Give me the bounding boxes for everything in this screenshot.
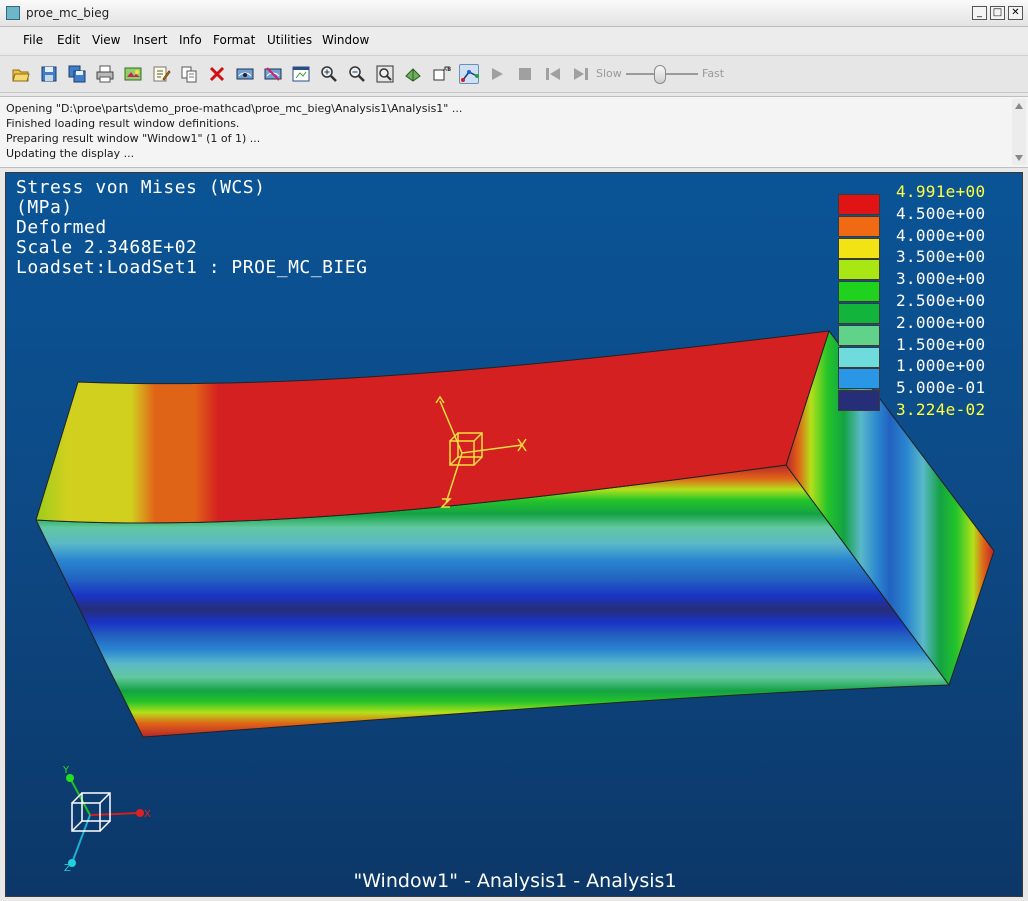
legend-color-swatch	[838, 215, 880, 237]
menu-edit[interactable]: Edit	[57, 33, 80, 47]
menu-insert[interactable]: Insert	[133, 33, 167, 47]
orient-icon[interactable]	[403, 64, 423, 84]
speed-slider-thumb[interactable]	[654, 65, 666, 84]
svg-text:AB: AB	[443, 66, 451, 73]
app-icon	[6, 6, 20, 20]
window-title: proe_mc_bieg	[26, 6, 110, 20]
legend-color-swatch	[838, 346, 880, 368]
result-viewport[interactable]: Y X Z Stress von Mises (WCS) (MPa) Defor…	[5, 172, 1023, 897]
scroll-down-icon[interactable]	[1015, 155, 1023, 161]
toolbar: AB Slow Fast	[0, 55, 1028, 93]
menu-window[interactable]: Window	[322, 33, 369, 47]
delete-icon[interactable]	[207, 64, 227, 84]
result-loadset: Loadset:LoadSet1 : PROE_MC_BIEG	[16, 257, 368, 278]
axis-x-label: X	[144, 809, 151, 820]
slider-slow-label: Slow	[596, 67, 622, 80]
legend-label: 2.000e+00	[896, 312, 986, 332]
result-quantity-label: Stress von Mises (WCS)	[16, 177, 266, 198]
maximize-button[interactable]: □	[990, 6, 1005, 20]
stop-icon[interactable]	[515, 64, 535, 84]
message-scrollbar[interactable]	[1012, 99, 1026, 165]
title-bar: proe_mc_bieg _ □ ✕	[0, 0, 1028, 27]
save-all-icon[interactable]	[67, 64, 87, 84]
message-line: Updating the display ...	[6, 147, 135, 160]
open-icon[interactable]	[11, 64, 31, 84]
result-scale: Scale 2.3468E+02	[16, 237, 198, 258]
result-display-mode: Deformed	[16, 217, 107, 238]
zoom-in-icon[interactable]	[319, 64, 339, 84]
legend-label: 4.500e+00	[896, 203, 986, 223]
legend-color-swatch	[838, 259, 880, 281]
axis-y-label: Y	[62, 765, 70, 776]
step-forward-icon[interactable]	[571, 64, 591, 84]
window-caption: "Window1" - Analysis1 - Analysis1	[353, 870, 677, 892]
step-back-icon[interactable]	[543, 64, 563, 84]
result-units-label: (MPa)	[16, 197, 73, 218]
message-line: Preparing result window "Window1" (1 of …	[6, 132, 261, 145]
legend-color-swatch	[838, 368, 880, 390]
close-button[interactable]: ✕	[1008, 6, 1023, 20]
menu-format[interactable]: Format	[213, 33, 255, 47]
message-area: Opening "D:\proe\parts\demo_proe-mathcad…	[0, 96, 1028, 168]
hide-icon[interactable]	[263, 64, 283, 84]
legend-color-swatch	[838, 281, 880, 303]
legend-label: 1.500e+00	[896, 334, 986, 354]
legend-label: 3.500e+00	[896, 247, 986, 267]
show-icon[interactable]	[235, 64, 255, 84]
legend-label: 4.000e+00	[896, 225, 986, 245]
legend-color-swatch	[838, 194, 880, 215]
menu-bar: File Edit View Insert Info Format Utilit…	[0, 27, 1028, 53]
scroll-up-icon[interactable]	[1015, 103, 1023, 109]
play-icon[interactable]	[487, 64, 507, 84]
menu-file[interactable]: File	[23, 33, 43, 47]
copy-icon[interactable]	[179, 64, 199, 84]
message-line: Finished loading result window definitio…	[6, 117, 240, 130]
menu-info[interactable]: Info	[179, 33, 202, 47]
new-window-icon[interactable]	[291, 64, 311, 84]
edit-definition-icon[interactable]	[151, 64, 171, 84]
legend-label: 4.991e+00	[896, 182, 986, 201]
legend-label: 2.500e+00	[896, 291, 986, 310]
view-toggle-icon[interactable]	[459, 64, 479, 84]
legend-label: 5.000e-01	[896, 378, 986, 398]
legend-color-swatch	[838, 324, 880, 346]
legend-color-swatch	[838, 390, 880, 412]
slider-fast-label: Fast	[702, 67, 725, 80]
zoom-out-icon[interactable]	[347, 64, 367, 84]
legend-label: 3.224e-02	[896, 400, 986, 419]
legend-label: 1.000e+00	[896, 356, 986, 376]
minimize-button[interactable]: _	[972, 6, 987, 20]
legend-label: 3.000e+00	[896, 269, 986, 289]
menu-view[interactable]: View	[92, 33, 120, 47]
refit-icon[interactable]	[375, 64, 395, 84]
print-icon[interactable]	[95, 64, 115, 84]
save-icon[interactable]	[39, 64, 59, 84]
global-triad-icon: Y X Z	[62, 765, 151, 874]
legend-color-swatch	[838, 303, 880, 324]
menu-utilities[interactable]: Utilities	[267, 33, 312, 47]
spin-icon[interactable]: AB	[431, 64, 451, 84]
message-line: Opening "D:\proe\parts\demo_proe-mathcad…	[6, 102, 463, 115]
copy-image-icon[interactable]	[123, 64, 143, 84]
legend-color-swatch	[838, 237, 880, 259]
